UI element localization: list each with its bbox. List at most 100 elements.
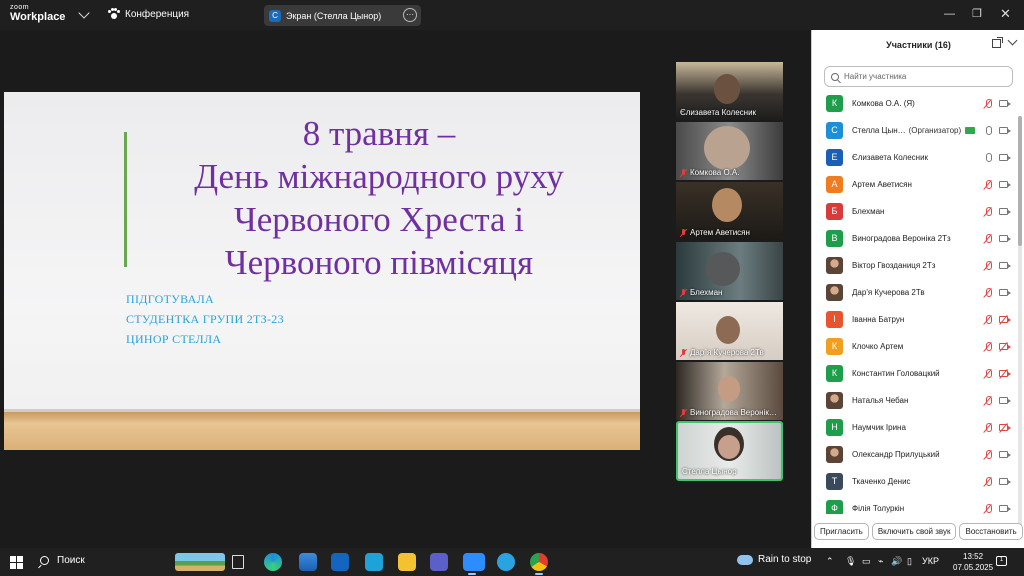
participant-avatar: Н xyxy=(826,419,843,436)
invite-button[interactable]: Пригласить xyxy=(814,523,869,540)
participant-row[interactable]: Б Блехман xyxy=(812,198,1024,225)
video-off-icon[interactable] xyxy=(999,424,1011,431)
video-icon[interactable] xyxy=(999,154,1011,161)
participant-row[interactable]: В Виноградова Вероніка 2Тз xyxy=(812,225,1024,252)
taskbar-clock[interactable]: 13:52 07.05.2025 xyxy=(953,551,993,573)
chevron-up-icon[interactable]: ⌃ xyxy=(826,556,834,567)
search-input[interactable] xyxy=(844,72,1004,81)
chevron-down-icon[interactable] xyxy=(78,7,90,19)
muted-mic-icon[interactable] xyxy=(983,342,993,352)
muted-mic-icon[interactable] xyxy=(983,99,993,109)
language-indicator[interactable]: УКР xyxy=(922,556,939,566)
muted-mic-icon[interactable] xyxy=(983,369,993,379)
participant-row[interactable]: К Константин Головацкий xyxy=(812,360,1024,387)
participant-row[interactable]: К Клочко Артем xyxy=(812,333,1024,360)
video-icon[interactable] xyxy=(999,100,1011,107)
video-tile-name: Стелла Цынор xyxy=(682,467,737,476)
video-icon[interactable] xyxy=(999,208,1011,215)
meeting-menu-button[interactable]: Конференция xyxy=(108,8,189,20)
unmute-self-button[interactable]: Включить свой звук xyxy=(871,523,957,540)
participant-row[interactable]: Н Наумчик Ірина xyxy=(812,414,1024,441)
video-tile[interactable]: Єлизавета Колесник xyxy=(676,62,783,120)
skype-icon[interactable] xyxy=(365,553,383,571)
paw-icon xyxy=(108,8,120,20)
muted-mic-icon[interactable] xyxy=(983,396,993,406)
muted-mic-icon[interactable] xyxy=(983,315,993,325)
video-icon[interactable] xyxy=(999,127,1011,134)
muted-mic-icon xyxy=(680,408,687,417)
video-icon[interactable] xyxy=(999,478,1011,485)
volume-icon[interactable]: 🔊 xyxy=(891,556,902,567)
task-view-icon[interactable] xyxy=(232,555,244,569)
participant-row[interactable]: І Іванна Батрун xyxy=(812,306,1024,333)
zoom-workplace-logo[interactable]: zoom Workplace xyxy=(10,4,65,23)
telegram-icon[interactable] xyxy=(497,553,515,571)
muted-mic-icon[interactable] xyxy=(983,234,993,244)
participant-row[interactable]: Дар'я Кучерова 2Тв xyxy=(812,279,1024,306)
muted-mic-icon[interactable] xyxy=(983,288,993,298)
weather-widget[interactable]: Rain to stop xyxy=(737,554,811,565)
mail-icon[interactable] xyxy=(331,553,349,571)
scrollbar-thumb[interactable] xyxy=(1018,116,1022,246)
participant-row[interactable]: Наталья Чебан xyxy=(812,387,1024,414)
video-icon[interactable] xyxy=(999,235,1011,242)
participant-search[interactable] xyxy=(824,66,1013,87)
muted-mic-icon[interactable] xyxy=(983,261,993,271)
minimize-icon[interactable]: — xyxy=(944,8,955,20)
microphone-icon[interactable]: 🎙 xyxy=(845,556,856,567)
participant-row[interactable]: Віктор Гвозданиця 2Тз xyxy=(812,252,1024,279)
muted-mic-icon[interactable] xyxy=(983,180,993,190)
edge-icon[interactable] xyxy=(264,553,282,571)
video-tile[interactable]: Виноградова Веронік… xyxy=(676,362,783,420)
mic-icon[interactable] xyxy=(983,126,993,136)
camera-icon[interactable]: ▭ xyxy=(862,556,871,567)
participant-row[interactable]: С Стелла Цын… (Организатор) xyxy=(812,117,1024,144)
restore-icon[interactable]: ❐ xyxy=(972,7,982,20)
network-icon[interactable]: ⌁ xyxy=(878,556,883,567)
video-tile[interactable]: Блехман xyxy=(676,242,783,300)
participant-list-scrollbar[interactable] xyxy=(1018,116,1022,536)
store-icon[interactable] xyxy=(299,553,317,571)
muted-mic-icon[interactable] xyxy=(983,207,993,217)
video-tile[interactable]: Артем Аветисян xyxy=(676,182,783,240)
screen-share-indicator[interactable]: С Экран (Стелла Цынор) ··· xyxy=(264,5,421,26)
video-icon[interactable] xyxy=(999,451,1011,458)
close-icon[interactable]: ✕ xyxy=(1000,6,1011,22)
video-off-icon[interactable] xyxy=(999,370,1011,377)
video-icon[interactable] xyxy=(999,397,1011,404)
video-off-icon[interactable] xyxy=(999,343,1011,350)
search-highlight-image[interactable] xyxy=(175,553,225,571)
participant-row[interactable]: Олександр Прилуцький xyxy=(812,441,1024,468)
video-icon[interactable] xyxy=(999,262,1011,269)
participant-row[interactable]: А Артем Аветисян xyxy=(812,171,1024,198)
participant-row[interactable]: Т Ткаченко Денис xyxy=(812,468,1024,495)
video-off-icon[interactable] xyxy=(999,316,1011,323)
participant-row[interactable]: Ф Філія Толуркін xyxy=(812,495,1024,514)
windows-start-icon[interactable] xyxy=(10,556,23,569)
more-options-icon[interactable]: ··· xyxy=(403,8,417,22)
participant-row[interactable]: К Комкова О.А. (Я) xyxy=(812,90,1024,117)
video-tile[interactable]: Комкова О.А. xyxy=(676,122,783,180)
taskbar-search[interactable]: Поиск xyxy=(40,555,85,566)
muted-mic-icon[interactable] xyxy=(983,423,993,433)
video-icon[interactable] xyxy=(999,505,1011,512)
file-explorer-icon[interactable] xyxy=(398,553,416,571)
video-tile[interactable]: Дар`я Кучерова 2Тв xyxy=(676,302,783,360)
video-tile-active-speaker[interactable]: Стелла Цынор xyxy=(676,421,783,481)
video-icon[interactable] xyxy=(999,181,1011,188)
participant-row[interactable]: Е Єлизавета Колесник xyxy=(812,144,1024,171)
mic-icon[interactable] xyxy=(983,153,993,163)
participant-name: Комкова О.А. (Я) xyxy=(852,99,915,108)
pop-out-icon[interactable] xyxy=(992,37,1003,48)
muted-mic-icon[interactable] xyxy=(983,504,993,514)
zoom-icon[interactable] xyxy=(463,553,485,575)
teams-icon[interactable] xyxy=(430,553,448,571)
battery-icon[interactable]: ▯ xyxy=(907,556,912,567)
muted-mic-icon[interactable] xyxy=(983,477,993,487)
restore-button[interactable]: Восстановить xyxy=(959,523,1023,540)
video-icon[interactable] xyxy=(999,289,1011,296)
muted-mic-icon[interactable] xyxy=(983,450,993,460)
notifications-icon[interactable]: 1 xyxy=(996,556,1007,566)
slide-subtitle-line: СТУДЕНТКА ГРУПИ 2ТЗ-23 xyxy=(126,312,284,326)
chrome-icon[interactable] xyxy=(530,553,548,575)
